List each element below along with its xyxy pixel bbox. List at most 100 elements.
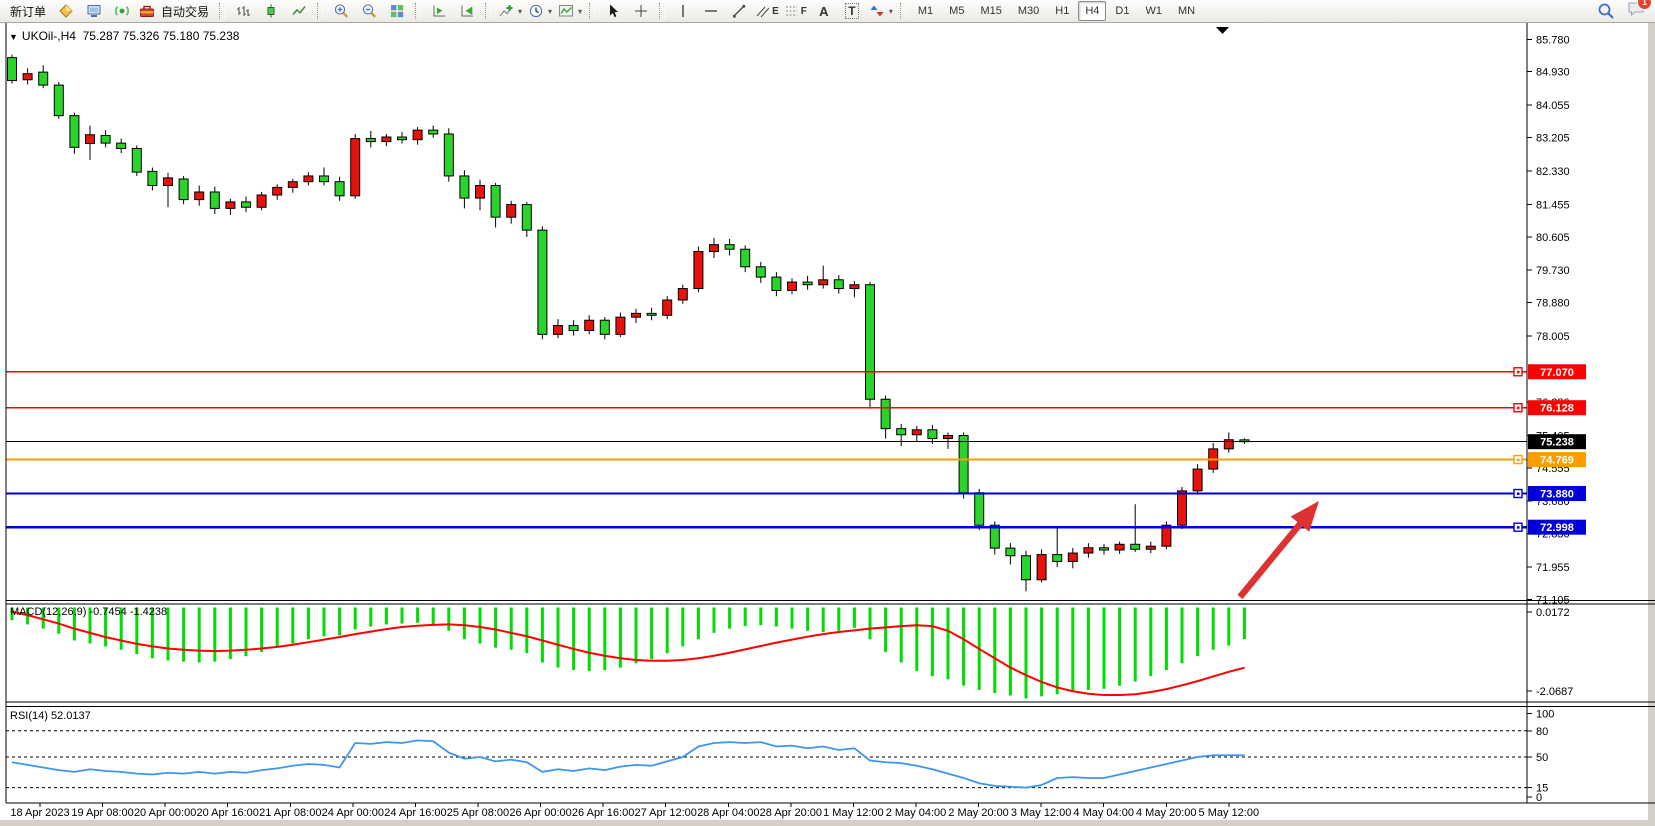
zoom-out-icon bbox=[361, 3, 378, 19]
candle-bearish bbox=[1022, 556, 1031, 580]
new-chart-icon bbox=[498, 3, 514, 19]
new-order-button[interactable]: 新订单 bbox=[4, 0, 52, 22]
chart-shift-button[interactable] bbox=[425, 0, 453, 22]
auto-scroll-button[interactable] bbox=[453, 0, 481, 22]
timeframe-button-D1[interactable]: D1 bbox=[1108, 1, 1136, 21]
fibonacci-tool-button[interactable]: F bbox=[782, 0, 810, 22]
chevron-down-icon: ▾ bbox=[578, 7, 582, 16]
time-axis-label: 26 Apr 16:00 bbox=[572, 807, 634, 819]
candle-bearish bbox=[101, 135, 110, 143]
cursor-tool-button[interactable] bbox=[599, 0, 627, 22]
candle-bullish bbox=[694, 252, 703, 289]
horizontal-line-icon bbox=[703, 3, 719, 19]
time-axis-label: 24 Apr 00:00 bbox=[322, 807, 384, 819]
candle-bearish bbox=[569, 326, 578, 331]
time-axis-label: 18 Apr 2023 bbox=[10, 807, 69, 819]
price-axis-label: 71.105 bbox=[1536, 594, 1570, 606]
toolbar-separator bbox=[485, 3, 491, 19]
line-chart-mode-button[interactable] bbox=[285, 0, 313, 22]
bar-chart-icon bbox=[235, 3, 251, 19]
price-axis-label: 78.880 bbox=[1536, 298, 1570, 310]
price-badge-label: 77.070 bbox=[1540, 367, 1574, 379]
price-badge-label: 72.998 bbox=[1540, 522, 1574, 534]
timeframe-button-M1[interactable]: M1 bbox=[911, 1, 940, 21]
candle-bullish bbox=[912, 430, 921, 435]
candle-bullish bbox=[164, 178, 173, 186]
price-axis-label: 83.205 bbox=[1536, 133, 1570, 145]
line-chart-icon bbox=[291, 3, 307, 19]
timeframe-button-W1[interactable]: W1 bbox=[1138, 1, 1169, 21]
candle-bullish bbox=[1068, 553, 1077, 561]
chart-shift-icon bbox=[431, 3, 447, 19]
history-center-button[interactable] bbox=[52, 0, 80, 22]
notification-badge: 1 bbox=[1637, 0, 1652, 10]
time-axis-label: 20 Apr 16:00 bbox=[197, 807, 259, 819]
zoom-in-button[interactable] bbox=[327, 0, 355, 22]
toolbar-separator bbox=[900, 3, 906, 19]
timeframe-button-M30[interactable]: M30 bbox=[1011, 1, 1046, 21]
candle-bearish bbox=[990, 525, 999, 548]
clock-icon bbox=[528, 3, 544, 19]
channel-tool-button[interactable]: E bbox=[753, 0, 782, 22]
candle-bullish bbox=[226, 202, 235, 208]
candle-bearish bbox=[881, 399, 890, 428]
price-badge-label: 75.238 bbox=[1540, 437, 1574, 449]
vertical-line-tool-button[interactable] bbox=[669, 0, 697, 22]
timeframe-button-M5[interactable]: M5 bbox=[942, 1, 971, 21]
time-axis-label: 1 May 12:00 bbox=[823, 807, 884, 819]
arrows-tool-button[interactable]: ▾ bbox=[866, 0, 896, 22]
price-axis-label: 84.055 bbox=[1536, 100, 1570, 112]
new-chart-button[interactable]: ▾ bbox=[495, 0, 525, 22]
candle-bearish bbox=[335, 182, 344, 196]
auto-scroll-icon bbox=[459, 3, 475, 19]
templates-button[interactable]: ▾ bbox=[555, 0, 585, 22]
crosshair-tool-button[interactable] bbox=[627, 0, 655, 22]
zoom-out-button[interactable] bbox=[355, 0, 383, 22]
timeframe-button-M15[interactable]: M15 bbox=[973, 1, 1008, 21]
auto-trading-button[interactable]: 自动交易 bbox=[136, 0, 215, 22]
candle-bearish bbox=[70, 116, 79, 148]
price-badge-label: 76.128 bbox=[1540, 403, 1574, 415]
signals-button[interactable] bbox=[108, 0, 136, 22]
price-badge-label: 74.769 bbox=[1540, 455, 1574, 467]
toolbar-separator bbox=[659, 3, 665, 19]
bar-chart-mode-button[interactable] bbox=[229, 0, 257, 22]
candle-bearish bbox=[756, 267, 765, 277]
timeframe-button-H1[interactable]: H1 bbox=[1048, 1, 1076, 21]
hline-handle-dot bbox=[1517, 407, 1520, 410]
tile-windows-button[interactable] bbox=[383, 0, 411, 22]
candle-bullish bbox=[1178, 491, 1187, 525]
trendline-icon bbox=[731, 3, 747, 19]
hline-handle-dot bbox=[1517, 526, 1520, 529]
hline-handle-dot bbox=[1517, 493, 1520, 496]
periods-button[interactable]: ▾ bbox=[525, 0, 555, 22]
search-icon[interactable] bbox=[1597, 2, 1615, 20]
candle-bearish bbox=[647, 313, 656, 315]
candle-bullish bbox=[554, 326, 563, 335]
time-axis-label: 2 May 20:00 bbox=[948, 807, 1009, 819]
candle-bearish bbox=[132, 148, 141, 172]
time-axis-label: 4 May 04:00 bbox=[1073, 807, 1134, 819]
text-tool-button[interactable]: A bbox=[810, 0, 838, 22]
notifications-button[interactable]: 1 bbox=[1627, 0, 1645, 22]
timeframe-button-H4[interactable]: H4 bbox=[1078, 1, 1106, 21]
candle-bearish bbox=[179, 179, 188, 200]
time-axis-label: 24 Apr 16:00 bbox=[384, 807, 446, 819]
candle-bearish bbox=[538, 230, 547, 334]
window-right-border bbox=[1648, 23, 1655, 826]
candle-bearish bbox=[772, 277, 781, 290]
candle-bullish bbox=[944, 436, 953, 439]
toolbar-right-cluster: 1 bbox=[1597, 0, 1645, 22]
candle-bullish bbox=[1193, 469, 1202, 491]
cursor-icon bbox=[605, 3, 621, 19]
market-watch-button[interactable] bbox=[80, 0, 108, 22]
trendline-tool-button[interactable] bbox=[725, 0, 753, 22]
zoom-in-icon bbox=[333, 3, 350, 19]
candle-bearish bbox=[1100, 548, 1109, 550]
candlestick-mode-button[interactable] bbox=[257, 0, 285, 22]
price-axis-label: 79.730 bbox=[1536, 265, 1570, 277]
timeframe-button-MN[interactable]: MN bbox=[1171, 1, 1202, 21]
candle-bearish bbox=[959, 436, 968, 493]
label-tool-button[interactable]: T bbox=[838, 0, 866, 22]
horizontal-line-tool-button[interactable] bbox=[697, 0, 725, 22]
